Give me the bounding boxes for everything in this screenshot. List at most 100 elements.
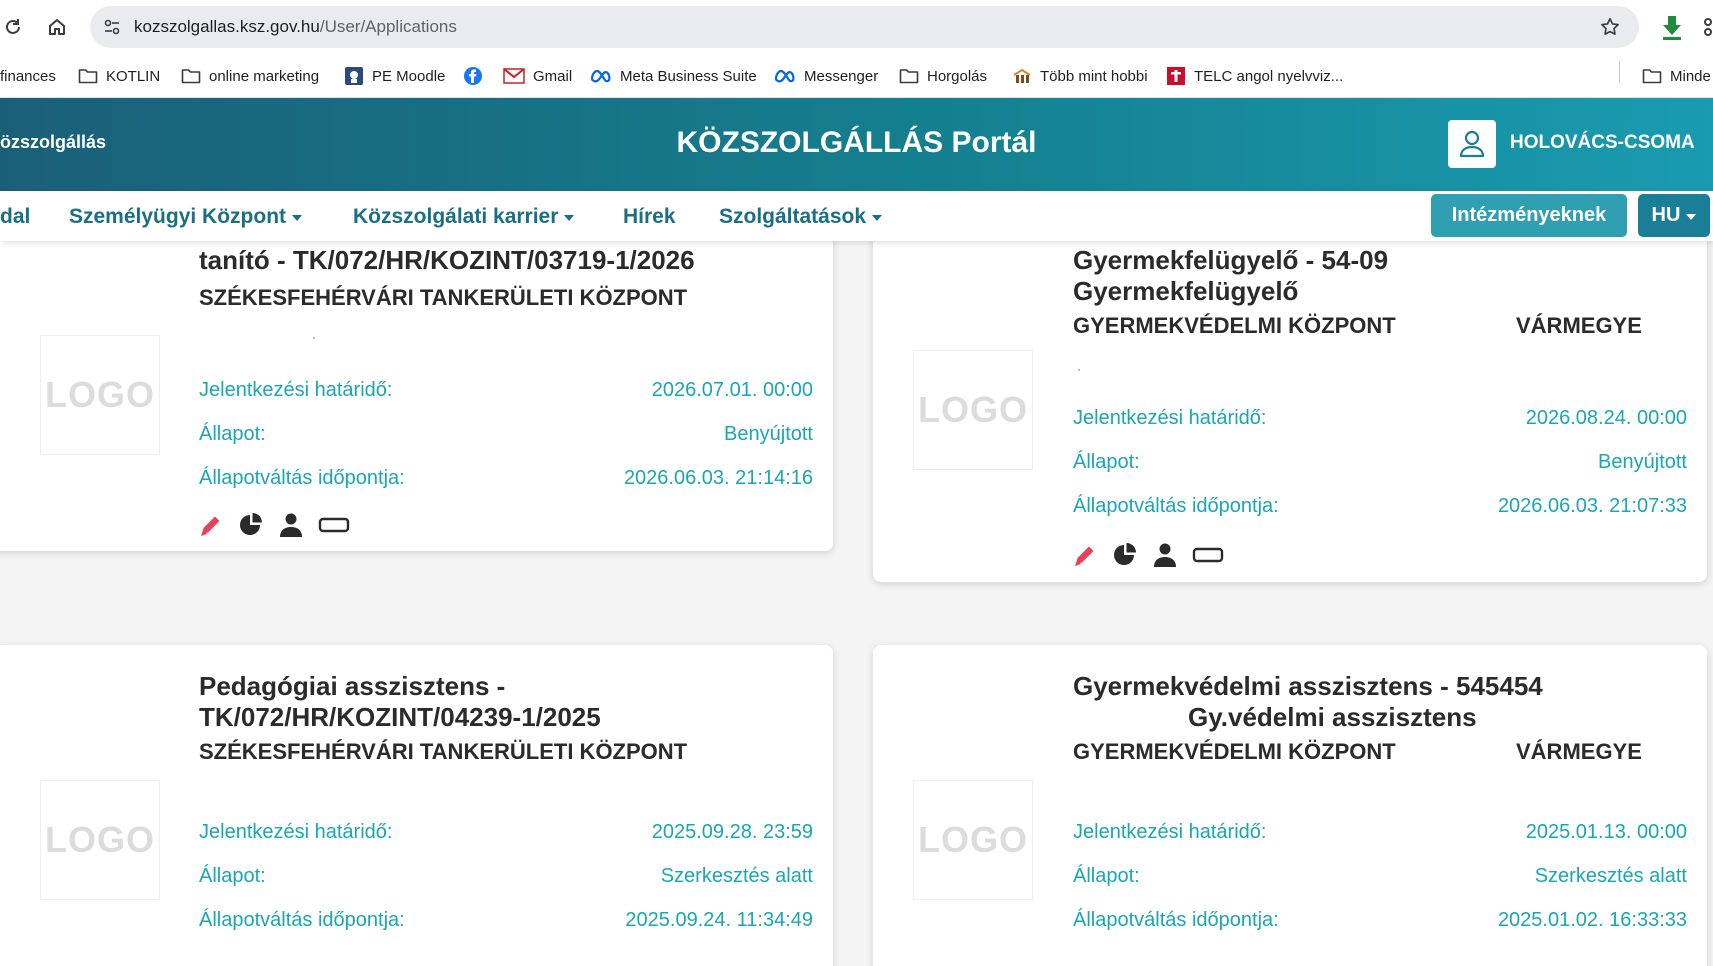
employer-logo: LOGO: [913, 780, 1033, 900]
bookmark-pe-moodle[interactable]: PE Moodle: [344, 64, 445, 88]
nav-item-szolgaltatasok[interactable]: Szolgáltatások: [719, 205, 883, 229]
deadline-row: Jelentkezési határidő: 2025.09.28. 23:59: [199, 821, 813, 847]
status-changed-row: Állapotváltás időpontja: 2025.01.02. 16:3…: [1073, 909, 1687, 935]
address-bar[interactable]: kozszolgallas.ksz.gov.hu/User/Applicatio…: [90, 6, 1639, 48]
url-text: kozszolgallas.ksz.gov.hu/User/Applicatio…: [134, 17, 457, 36]
employer-region: VÁRMEGYE: [1516, 313, 1642, 338]
bookmark-tobb-mint-hobbi[interactable]: Több mint hobbi: [1012, 64, 1148, 88]
bookmark-online-marketing[interactable]: online marketing: [181, 64, 319, 88]
application-card: LOGO tanító - TK/072/HR/KOZINT/03719-1/2…: [0, 241, 833, 551]
nav-item-home[interactable]: dal: [0, 205, 30, 229]
extension-icon[interactable]: [1700, 18, 1713, 36]
employer-region: VÁRMEGYE: [1516, 739, 1642, 764]
application-card: LOGO Gyermekfelügyelő - 54-09 Gyermekfelü…: [873, 241, 1707, 582]
facebook-icon: [464, 67, 482, 85]
bookmarks-bar: finances KOTLIN online marketing PE Mood…: [0, 54, 1713, 98]
employer-name: GYERMEKVÉDELMI KÖZPONT: [1073, 313, 1396, 338]
status-row: Állapot: Benyújtott: [199, 423, 813, 449]
person-icon[interactable]: [1152, 542, 1178, 568]
bookmark-star-icon[interactable]: [1599, 16, 1621, 38]
edit-pencil-icon[interactable]: [1072, 542, 1098, 568]
employer-logo: LOGO: [40, 335, 160, 455]
site-info-icon[interactable]: [102, 17, 122, 37]
institutions-button[interactable]: Intézményeknek: [1431, 194, 1627, 237]
bookmark-meta-business-suite[interactable]: Meta Business Suite: [590, 64, 757, 88]
portal-header: özszolgállás KÖZSZOLGÁLLÁS Portál HOLOVÁ…: [0, 98, 1713, 191]
nav-item-kozszolgalati-karrier[interactable]: Közszolgálati karrier: [353, 205, 575, 229]
bookmark-finances[interactable]: finances: [0, 64, 56, 88]
folder-icon: [78, 69, 98, 84]
bookmark-telc[interactable]: TELC angol nyelvviz...: [1166, 64, 1343, 88]
application-card: LOGO Pedagógiai asszisztens - TK/072/HR/K…: [0, 645, 833, 966]
status-changed-value: 2026.06.03. 21:07:33: [1497, 495, 1687, 517]
bookmark-gmail[interactable]: Gmail: [503, 64, 572, 88]
moodle-icon: [345, 67, 363, 85]
site-favicon: [1013, 68, 1031, 83]
pie-chart-icon[interactable]: [238, 512, 264, 538]
browser-toolbar: kozszolgallas.ksz.gov.hu/User/Applicatio…: [0, 0, 1713, 54]
employer-name: SZÉKESFEHÉRVÁRI TANKERÜLETI KÖZPONT: [199, 739, 688, 764]
deadline-value: 2026.08.24. 00:00: [1525, 407, 1687, 429]
bookmark-minde[interactable]: Minde: [1642, 64, 1711, 88]
telc-icon: [1167, 67, 1185, 85]
main-nav: dal Személyügyi Központ Közszolgálati ka…: [0, 191, 1713, 241]
deadline-value: 2025.01.13. 00:00: [1525, 821, 1687, 843]
language-dropdown[interactable]: HU: [1638, 194, 1710, 237]
pie-chart-icon[interactable]: [1112, 542, 1138, 568]
employer-logo: LOGO: [913, 350, 1033, 470]
status-value: Benyújtott: [724, 423, 813, 445]
application-card: LOGO Gyermekvédelmi asszisztens - 545454…: [873, 645, 1707, 966]
job-title[interactable]: Gyermekvédelmi asszisztens - 545454 Gy.vé…: [1073, 671, 1543, 733]
download-icon[interactable]: [1660, 14, 1684, 40]
status-label: Állapot:: [1073, 451, 1140, 473]
status-changed-row: Állapotváltás időpontja: 2025.09.24. 11:3…: [199, 909, 813, 935]
nav-item-hirek[interactable]: Hírek: [623, 205, 676, 229]
reload-icon[interactable]: [0, 14, 26, 40]
employer-name: GYERMEKVÉDELMI KÖZPONT: [1073, 739, 1396, 764]
status-row: Állapot: Szerkesztés alatt: [1073, 865, 1687, 891]
divider: [313, 337, 315, 339]
edit-pencil-icon[interactable]: [198, 512, 224, 538]
meta-icon: [774, 69, 795, 83]
chevron-down-icon: [292, 215, 303, 221]
job-title[interactable]: Pedagógiai asszisztens - TK/072/HR/KOZINT…: [199, 671, 601, 733]
chevron-down-icon: [1686, 213, 1697, 220]
folder-icon: [899, 69, 919, 84]
card-actions: [198, 511, 350, 539]
status-value: Szerkesztés alatt: [660, 865, 813, 887]
deadline-value: 2026.07.01. 00:00: [651, 379, 813, 401]
bookmark-horgolas[interactable]: Horgolás: [899, 64, 987, 88]
status-changed-row: Állapotváltás időpontja: 2026.06.03. 21:1…: [199, 467, 813, 493]
meta-icon: [590, 69, 611, 83]
folder-icon: [1642, 69, 1662, 84]
status-changed-label: Állapotváltás időpontja:: [1073, 909, 1279, 931]
job-title[interactable]: tanító - TK/072/HR/KOZINT/03719-1/2026: [199, 245, 695, 276]
deadline-value: 2025.09.28. 23:59: [651, 821, 813, 843]
bookmark-messenger[interactable]: Messenger: [774, 64, 878, 88]
home-icon[interactable]: [44, 14, 70, 40]
user-icon[interactable]: [1448, 120, 1496, 168]
bookmarks-separator: [1619, 61, 1620, 83]
deadline-row: Jelentkezési határidő: 2025.01.13. 00:00: [1073, 821, 1687, 847]
status-value: Benyújtott: [1598, 451, 1687, 473]
badge-icon[interactable]: [1192, 542, 1224, 568]
applications-list: LOGO tanító - TK/072/HR/KOZINT/03719-1/2…: [0, 241, 1713, 966]
divider: [1078, 369, 1080, 371]
nav-item-szemelyugyi-kozpont[interactable]: Személyügyi Központ: [69, 205, 303, 229]
bookmark-facebook[interactable]: [463, 64, 483, 88]
employer-name: SZÉKESFEHÉRVÁRI TANKERÜLETI KÖZPONT: [199, 285, 688, 310]
chevron-down-icon: [872, 215, 883, 221]
badge-icon[interactable]: [318, 512, 350, 538]
bookmark-kotlin[interactable]: KOTLIN: [78, 64, 160, 88]
chevron-down-icon: [564, 215, 575, 221]
deadline-label: Jelentkezési határidő:: [1073, 407, 1267, 429]
status-changed-value: 2026.06.03. 21:14:16: [623, 467, 813, 489]
status-changed-label: Állapotváltás időpontja:: [199, 467, 405, 489]
person-icon[interactable]: [278, 512, 304, 538]
status-changed-value: 2025.01.02. 16:33:33: [1497, 909, 1687, 931]
status-changed-value: 2025.09.24. 11:34:49: [625, 909, 813, 931]
deadline-row: Jelentkezési határidő: 2026.08.24. 00:00: [1073, 407, 1687, 433]
user-name[interactable]: HOLOVÁCS-CSOMA: [1510, 132, 1695, 154]
job-title[interactable]: Gyermekfelügyelő - 54-09 Gyermekfelügyelő: [1073, 245, 1388, 307]
status-label: Állapot:: [199, 865, 266, 887]
